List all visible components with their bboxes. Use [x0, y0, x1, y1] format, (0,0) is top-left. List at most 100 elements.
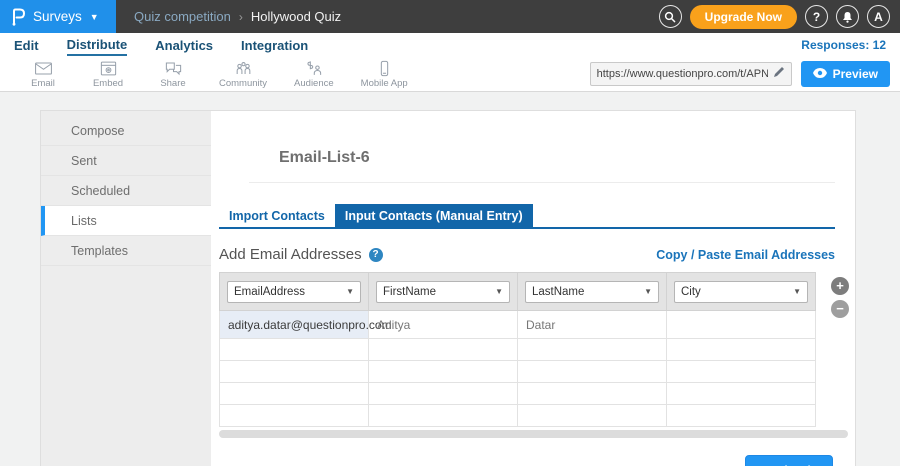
questionpro-logo-icon [10, 8, 26, 26]
section-title: Add Email Addresses [219, 246, 362, 263]
email-icon [34, 60, 53, 77]
preview-label: Preview [833, 67, 878, 81]
search-button[interactable] [659, 5, 682, 28]
breadcrumb-current: Hollywood Quiz [251, 9, 341, 24]
table-row [220, 339, 816, 361]
help-icon[interactable]: ? [369, 248, 383, 262]
responses-count[interactable]: Responses: 12 [801, 38, 886, 52]
sidebar-item-scheduled[interactable]: Scheduled [41, 176, 211, 206]
tab-edit[interactable]: Edit [14, 36, 39, 55]
cell-email[interactable] [220, 383, 369, 405]
column-select-city[interactable]: City ▼ [674, 281, 808, 303]
channel-community[interactable]: Community [219, 60, 267, 89]
channel-label: Community [219, 78, 267, 89]
tab-integration[interactable]: Integration [241, 36, 308, 55]
cell-email[interactable] [220, 339, 369, 361]
cell-city[interactable] [667, 311, 816, 339]
row-controls: + − [831, 277, 849, 318]
table-row [220, 405, 816, 427]
cell-city[interactable] [667, 383, 816, 405]
cell-firstname[interactable] [369, 339, 518, 361]
chevron-down-icon: ▼ [346, 287, 354, 296]
eye-icon [813, 67, 827, 81]
channel-label: Email [31, 78, 55, 89]
remove-column-button[interactable]: − [831, 300, 849, 318]
breadcrumb-separator: › [239, 10, 243, 24]
preview-button[interactable]: Preview [801, 61, 890, 87]
cell-lastname[interactable] [518, 361, 667, 383]
column-select-emailaddress[interactable]: EmailAddress ▼ [227, 281, 361, 303]
breadcrumb: Quiz competition › Hollywood Quiz [134, 9, 341, 24]
avatar[interactable]: A [867, 5, 890, 28]
horizontal-scrollbar[interactable] [219, 430, 848, 438]
upload-button[interactable]: Upload [745, 455, 833, 466]
cell-city[interactable] [667, 361, 816, 383]
email-panel: Compose Sent Scheduled Lists Templates E… [40, 110, 856, 466]
page-title: Email-List-6 [279, 149, 855, 167]
tab-analytics[interactable]: Analytics [155, 36, 213, 55]
help-button[interactable]: ? [805, 5, 828, 28]
chevron-down-icon: ▼ [793, 287, 801, 296]
survey-url: https://www.questionpro.com/t/APNrFZ [597, 68, 768, 80]
channel-mobile-app[interactable]: Mobile App [361, 60, 408, 89]
distribute-toolbar: Email Embed Share [0, 57, 900, 92]
table-row [220, 383, 816, 405]
mobile-app-icon [375, 60, 394, 77]
cell-city[interactable] [667, 405, 816, 427]
cell-firstname[interactable]: Aditya [369, 311, 518, 339]
cell-firstname[interactable] [369, 361, 518, 383]
cell-lastname[interactable]: Datar [518, 311, 667, 339]
channel-audience[interactable]: Audience [294, 60, 334, 89]
table-row: aditya.datar@questionpro.com Aditya Data… [220, 311, 816, 339]
product-name: Surveys [33, 9, 82, 24]
surveys-menu[interactable]: Surveys ▼ [0, 0, 116, 33]
cell-email[interactable] [220, 405, 369, 427]
upgrade-now-button[interactable]: Upgrade Now [690, 5, 797, 29]
column-select-lastname[interactable]: LastName ▼ [525, 281, 659, 303]
contacts-table: EmailAddress ▼ FirstName ▼ [219, 272, 816, 427]
channel-share[interactable]: Share [154, 60, 192, 89]
title-divider [249, 182, 835, 183]
channel-embed[interactable]: Embed [89, 60, 127, 89]
toolbar-right: https://www.questionpro.com/t/APNrFZ Pre… [590, 61, 890, 87]
sidebar-item-templates[interactable]: Templates [41, 236, 211, 266]
embed-icon [99, 60, 118, 77]
tab-input-contacts-manual[interactable]: Input Contacts (Manual Entry) [335, 204, 533, 227]
survey-nav: Edit Distribute Analytics Integration Re… [0, 33, 900, 57]
share-icon [164, 60, 183, 77]
contacts-tabs: Import Contacts Input Contacts (Manual E… [219, 204, 835, 229]
list-content: Email-List-6 Import Contacts Input Conta… [211, 111, 855, 466]
sidebar-item-compose[interactable]: Compose [41, 116, 211, 146]
cell-email[interactable] [220, 361, 369, 383]
notifications-button[interactable] [836, 5, 859, 28]
sidebar-item-sent[interactable]: Sent [41, 146, 211, 176]
channel-items: Email Embed Share [24, 60, 408, 89]
channel-email[interactable]: Email [24, 60, 62, 89]
cell-firstname[interactable] [369, 405, 518, 427]
cell-firstname[interactable] [369, 383, 518, 405]
cell-lastname[interactable] [518, 339, 667, 361]
cell-city[interactable] [667, 339, 816, 361]
cell-lastname[interactable] [518, 405, 667, 427]
table-row [220, 361, 816, 383]
search-icon [664, 11, 676, 23]
app-window: Surveys ▼ Quiz competition › Hollywood Q… [0, 0, 900, 466]
add-column-button[interactable]: + [831, 277, 849, 295]
channel-label: Embed [93, 78, 123, 89]
channel-label: Share [160, 78, 185, 89]
email-sidebar: Compose Sent Scheduled Lists Templates [41, 111, 211, 466]
sidebar-item-lists[interactable]: Lists [41, 206, 211, 236]
chevron-down-icon: ▼ [90, 12, 99, 22]
tab-import-contacts[interactable]: Import Contacts [219, 204, 335, 227]
cell-email[interactable]: aditya.datar@questionpro.com [220, 311, 369, 339]
tab-distribute[interactable]: Distribute [67, 35, 128, 56]
column-select-firstname[interactable]: FirstName ▼ [376, 281, 510, 303]
cell-lastname[interactable] [518, 383, 667, 405]
edit-url-icon[interactable] [773, 65, 785, 83]
chevron-down-icon: ▼ [495, 287, 503, 296]
survey-url-field[interactable]: https://www.questionpro.com/t/APNrFZ [590, 62, 792, 86]
copy-paste-link[interactable]: Copy / Paste Email Addresses [656, 248, 835, 262]
breadcrumb-parent[interactable]: Quiz competition [134, 9, 231, 24]
header-actions: Upgrade Now ? A [659, 5, 900, 29]
channel-label: Audience [294, 78, 334, 89]
